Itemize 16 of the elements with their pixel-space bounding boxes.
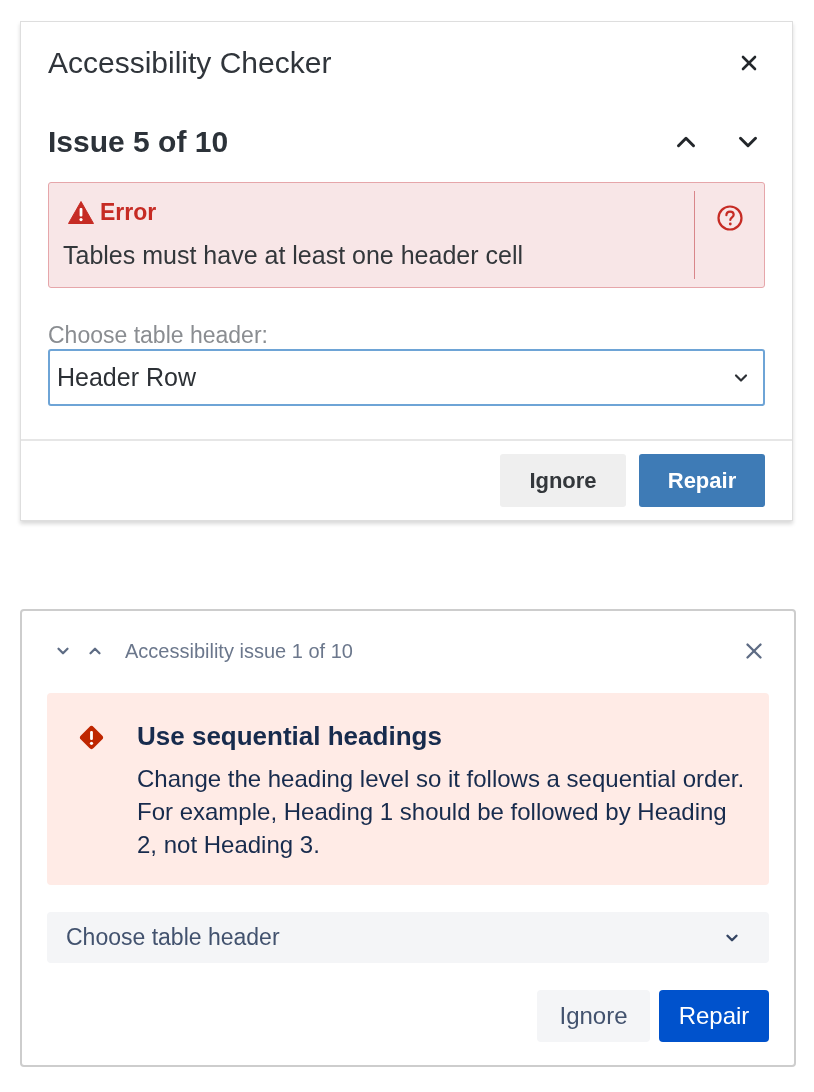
secondary-button[interactable]: Ignore [500, 454, 626, 507]
select-field[interactable]: Header Row [48, 349, 765, 406]
field-label: Choose table header: [48, 322, 269, 348]
alert-message: Tables must have at least one header cell [63, 240, 524, 270]
primary-button[interactable]: Repair [639, 454, 765, 507]
select-field[interactable]: Choose table header [47, 912, 769, 963]
help-icon[interactable] [716, 205, 743, 231]
issue-counter: Accessibility issue 1 of 10 [125, 641, 353, 661]
primary-button[interactable]: Repair [659, 990, 769, 1042]
alert-heading: Error [100, 200, 157, 224]
alert-message: Change the heading level so it follows a sequential order. For example, Heading 1 should be followed by Heading 2, not Heading 3. [137, 764, 746, 860]
alert-heading: Use sequential headings [137, 720, 443, 753]
panel-title: Accessibility Checker [48, 48, 332, 78]
secondary-button[interactable]: Ignore [537, 990, 650, 1042]
issue-counter: Issue 5 of 10 [48, 127, 229, 157]
warning-icon [68, 200, 94, 224]
